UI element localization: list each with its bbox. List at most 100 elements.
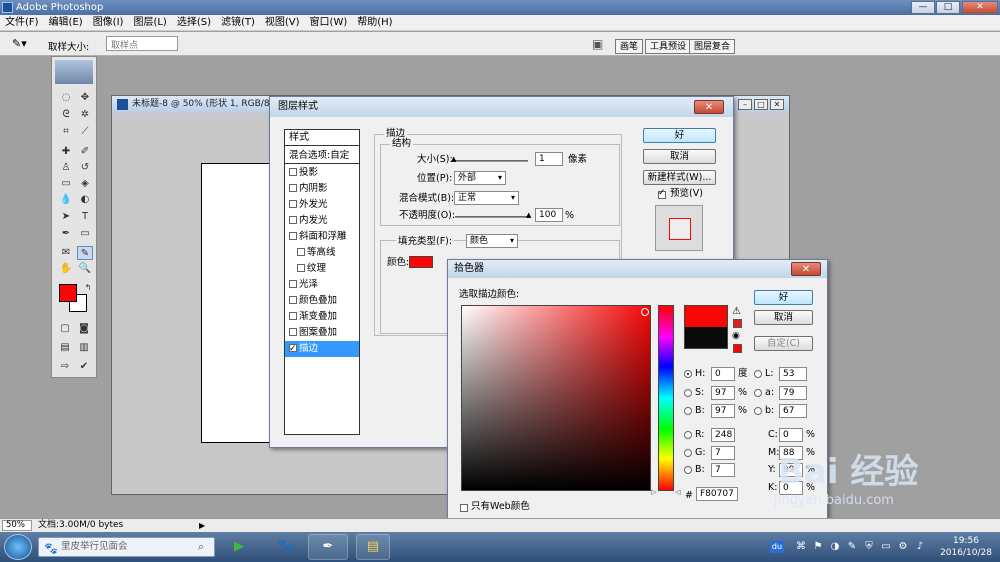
- style-item-color-overlay[interactable]: 颜色叠加: [285, 293, 359, 309]
- magic-wand-icon[interactable]: ✲: [77, 108, 93, 122]
- style-item-texture[interactable]: 纹理: [285, 261, 359, 277]
- new-style-button[interactable]: 新建样式(W)...: [643, 170, 716, 185]
- style-item-outer-glow[interactable]: 外发光: [285, 197, 359, 213]
- tray-gear-icon[interactable]: ⚙: [897, 541, 909, 553]
- texture-checkbox[interactable]: [297, 263, 305, 272]
- tray-speaker-icon[interactable]: ♪: [914, 541, 926, 553]
- tray-du-icon[interactable]: du: [770, 541, 784, 553]
- opacity-slider[interactable]: [455, 216, 530, 218]
- b-input[interactable]: 97: [711, 404, 735, 418]
- status-menu-arrow-icon[interactable]: ▶: [199, 519, 205, 532]
- layer-style-close-icon[interactable]: ✕: [694, 100, 724, 114]
- opacity-input[interactable]: 100: [535, 208, 563, 222]
- doc-maximize-icon[interactable]: □: [754, 99, 768, 110]
- inner-shadow-checkbox[interactable]: [289, 183, 297, 192]
- brush-icon[interactable]: ✐: [77, 145, 93, 159]
- layer-style-ok-button[interactable]: 好: [643, 128, 716, 143]
- s-input[interactable]: 97: [711, 386, 735, 400]
- out-of-gamut-warning-icon[interactable]: ⚠: [732, 306, 741, 317]
- jump-to-imageready-icon[interactable]: ⇨: [57, 360, 73, 374]
- color-overlay-checkbox[interactable]: [289, 295, 297, 304]
- lab-b-input[interactable]: 67: [779, 404, 807, 418]
- palette-well-icon[interactable]: ▣: [592, 37, 603, 51]
- menu-window[interactable]: 窗口(W): [305, 15, 353, 30]
- crop-icon[interactable]: ⌗: [58, 125, 74, 139]
- dodge-icon[interactable]: ◐: [77, 193, 93, 207]
- r-input[interactable]: 248: [711, 428, 735, 442]
- eyedropper-icon[interactable]: ✎▾: [12, 37, 27, 50]
- current-color-swatch[interactable]: [684, 327, 728, 349]
- style-item-inner-shadow[interactable]: 内阴影: [285, 181, 359, 197]
- rgb-b-radio[interactable]: [684, 466, 692, 474]
- baidu-app-icon[interactable]: 🐾: [268, 534, 304, 560]
- healing-brush-icon[interactable]: ✚: [58, 145, 74, 159]
- web-safe-warning-icon[interactable]: ◉: [732, 331, 740, 341]
- h-radio[interactable]: [684, 370, 692, 378]
- tray-monitor-icon[interactable]: ▭: [880, 541, 892, 553]
- g-input[interactable]: 7: [711, 446, 735, 460]
- rgb-b-input[interactable]: 7: [711, 463, 735, 477]
- color-cursor-icon[interactable]: [641, 308, 649, 316]
- quick-mask-icon[interactable]: ◙: [76, 322, 92, 336]
- saturation-brightness-field[interactable]: [461, 305, 651, 491]
- b-radio[interactable]: [684, 407, 692, 415]
- eraser-icon[interactable]: ▭: [58, 177, 74, 191]
- tray-volume-icon[interactable]: ◑: [829, 541, 841, 553]
- fullscreen-mode-icon[interactable]: ▥: [76, 341, 92, 355]
- blending-options-item[interactable]: 混合选项:自定: [285, 148, 359, 164]
- menu-filter[interactable]: 滤镜(T): [216, 15, 260, 30]
- hue-slider-left-arrow-icon[interactable]: ▷: [651, 488, 656, 496]
- taskbar-clock[interactable]: 19:56 2016/10/28: [936, 535, 996, 559]
- screen-mode-icon[interactable]: ▤: [57, 341, 73, 355]
- history-brush-icon[interactable]: ↺: [77, 161, 93, 175]
- style-item-bevel-emboss[interactable]: 斜面和浮雕: [285, 229, 359, 245]
- start-button[interactable]: [4, 534, 32, 560]
- menu-image[interactable]: 图像(I): [88, 15, 129, 30]
- pen-icon[interactable]: ✒: [58, 227, 74, 241]
- shape-icon[interactable]: ▭: [77, 227, 93, 241]
- c-input[interactable]: 0: [779, 428, 803, 442]
- a-radio[interactable]: [754, 389, 762, 397]
- style-list-header[interactable]: 样式: [285, 130, 359, 146]
- outer-glow-checkbox[interactable]: [289, 199, 297, 208]
- fill-type-select[interactable]: 颜色: [466, 234, 518, 248]
- picker-ok-button[interactable]: 好: [754, 290, 813, 305]
- close-button[interactable]: ✕: [962, 1, 998, 14]
- gamut-color-swatch[interactable]: [733, 319, 742, 328]
- imageready-icon[interactable]: ✔: [76, 360, 92, 374]
- size-slider-thumb-icon[interactable]: ▲: [451, 155, 456, 163]
- picker-cancel-button[interactable]: 取消: [754, 310, 813, 325]
- stroke-checkbox[interactable]: [289, 341, 297, 357]
- stroke-color-swatch[interactable]: [409, 256, 433, 268]
- doc-minimize-icon[interactable]: –: [738, 99, 752, 110]
- foreground-color-swatch[interactable]: [59, 284, 77, 302]
- size-slider[interactable]: [453, 160, 528, 162]
- hand-icon[interactable]: ✋: [58, 262, 74, 276]
- tray-flag-icon[interactable]: ⚑: [812, 541, 824, 553]
- photoshop-taskbar-icon[interactable]: ✒: [308, 534, 348, 560]
- notes-icon[interactable]: ✉: [58, 246, 74, 260]
- minimize-button[interactable]: —: [911, 1, 935, 14]
- menu-help[interactable]: 帮助(H): [352, 15, 397, 30]
- layer-style-cancel-button[interactable]: 取消: [643, 149, 716, 164]
- menu-file[interactable]: 文件(F): [0, 15, 44, 30]
- position-select[interactable]: 外部: [454, 171, 506, 185]
- menu-edit[interactable]: 编辑(E): [44, 15, 88, 30]
- menu-select[interactable]: 选择(S): [172, 15, 216, 30]
- web-safe-color-swatch[interactable]: [733, 344, 742, 353]
- g-radio[interactable]: [684, 449, 692, 457]
- r-radio[interactable]: [684, 431, 692, 439]
- gradient-overlay-checkbox[interactable]: [289, 311, 297, 320]
- size-input[interactable]: 1: [535, 152, 563, 166]
- style-item-pattern-overlay[interactable]: 图案叠加: [285, 325, 359, 341]
- slice-icon[interactable]: ⟋: [77, 125, 93, 139]
- style-item-inner-glow[interactable]: 内发光: [285, 213, 359, 229]
- bevel-emboss-checkbox[interactable]: [289, 231, 297, 240]
- file-explorer-icon[interactable]: ▤: [356, 534, 390, 560]
- inner-glow-checkbox[interactable]: [289, 215, 297, 224]
- l-input[interactable]: 53: [779, 367, 807, 381]
- move-icon[interactable]: ✥: [77, 91, 93, 105]
- style-item-gradient-overlay[interactable]: 渐变叠加: [285, 309, 359, 325]
- web-only-checkbox[interactable]: [460, 504, 468, 512]
- standard-mode-icon[interactable]: ▢: [57, 322, 73, 336]
